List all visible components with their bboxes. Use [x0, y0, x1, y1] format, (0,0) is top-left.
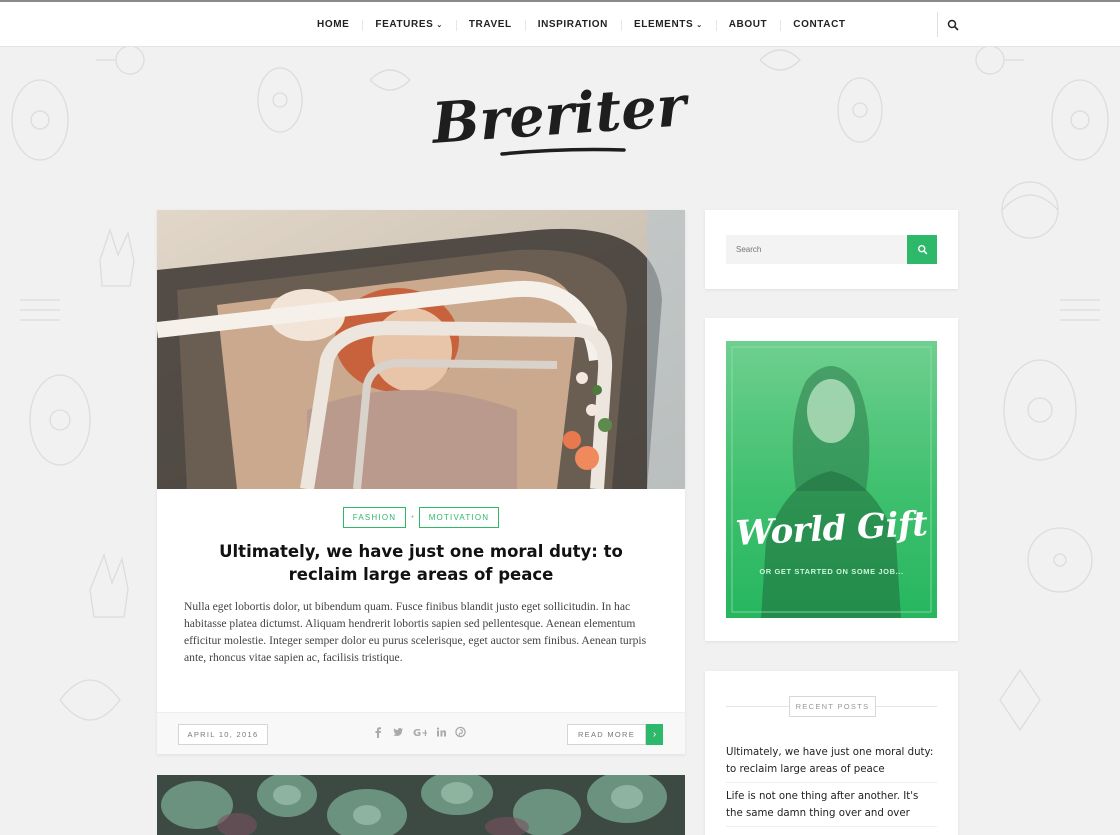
- divider: [726, 826, 937, 827]
- ad-banner-image: [726, 341, 937, 618]
- nav-item-travel[interactable]: TRAVEL: [455, 19, 525, 31]
- nav-item-label: FEATURES: [375, 19, 434, 30]
- nav-item-label: CONTACT: [793, 19, 846, 30]
- ad-subtitle: OR GET STARTED ON SOME JOB...: [759, 567, 904, 576]
- post-card: FASHION • MOTIVATION Ultimately, we have…: [157, 210, 685, 754]
- next-post-image[interactable]: [157, 775, 685, 835]
- recent-post-link[interactable]: Life is not one thing after another. It'…: [726, 788, 937, 822]
- svg-text:G+: G+: [413, 728, 427, 738]
- site-logo[interactable]: Breriter: [430, 72, 690, 167]
- nav-item-label: ELEMENTS: [634, 19, 694, 30]
- read-more-label: READ MORE: [567, 724, 646, 745]
- logo-text: Breriter: [430, 73, 690, 157]
- nav-item-about[interactable]: ABOUT: [715, 19, 781, 31]
- nav-menu: HOME FEATURES ⌄ TRAVEL INSPIRATION ELEMEN…: [304, 2, 859, 47]
- share-icons: G+: [373, 726, 466, 738]
- facebook-icon[interactable]: [373, 726, 383, 738]
- post-title[interactable]: Ultimately, we have just one moral duty:…: [187, 540, 655, 586]
- post-date: APRIL 10, 2016: [178, 724, 268, 745]
- read-more-button[interactable]: READ MORE ›: [567, 724, 663, 745]
- post-footer: APRIL 10, 2016 G+ READ MORE ›: [157, 712, 685, 754]
- post-excerpt: Nulla eget lobortis dolor, ut bibendum q…: [184, 600, 647, 664]
- search-icon: [917, 245, 927, 255]
- recent-posts-heading-wrap: RECENT POSTS: [726, 696, 937, 717]
- nav-item-label: TRAVEL: [468, 19, 512, 30]
- tag-fashion[interactable]: FASHION: [342, 507, 407, 528]
- nav-item-inspiration[interactable]: INSPIRATION: [524, 19, 621, 31]
- chevron-right-icon: ›: [646, 724, 663, 745]
- search-widget: [705, 210, 958, 289]
- nav-item-label: INSPIRATION: [537, 19, 608, 30]
- twitter-icon[interactable]: [392, 726, 404, 738]
- search-button[interactable]: [907, 235, 937, 264]
- ad-banner[interactable]: World Gift OR GET STARTED ON SOME JOB...: [726, 341, 937, 618]
- chevron-down-icon: ⌄: [436, 21, 443, 29]
- recent-posts-heading: RECENT POSTS: [789, 696, 876, 717]
- window-top-border: [0, 0, 1120, 2]
- nav-divider: [937, 12, 938, 37]
- search-input[interactable]: [726, 235, 907, 264]
- chevron-down-icon: ⌄: [696, 21, 703, 29]
- recent-post-link[interactable]: Ultimately, we have just one moral duty:…: [726, 744, 937, 778]
- main-navbar: HOME FEATURES ⌄ TRAVEL INSPIRATION ELEMEN…: [0, 2, 1120, 47]
- pinterest-icon[interactable]: [455, 726, 466, 738]
- post-featured-image[interactable]: [157, 210, 685, 489]
- linkedin-icon[interactable]: [436, 726, 446, 738]
- tag-motivation[interactable]: MOTIVATION: [418, 507, 500, 528]
- nav-item-contact[interactable]: CONTACT: [780, 19, 858, 31]
- nav-item-features[interactable]: FEATURES ⌄: [362, 19, 455, 31]
- nav-item-label: HOME: [317, 19, 350, 30]
- ad-widget: World Gift OR GET STARTED ON SOME JOB...: [705, 318, 958, 641]
- tag-separator: •: [411, 514, 414, 521]
- post-tags: FASHION • MOTIVATION: [157, 507, 685, 528]
- nav-item-label: ABOUT: [728, 19, 768, 30]
- recent-posts-widget: RECENT POSTS Ultimately, we have just on…: [705, 671, 958, 835]
- google-plus-icon[interactable]: G+: [413, 726, 427, 738]
- nav-item-elements[interactable]: ELEMENTS ⌄: [621, 19, 716, 31]
- divider: [726, 782, 937, 783]
- search-icon[interactable]: [946, 18, 960, 32]
- nav-item-home[interactable]: HOME: [304, 19, 362, 30]
